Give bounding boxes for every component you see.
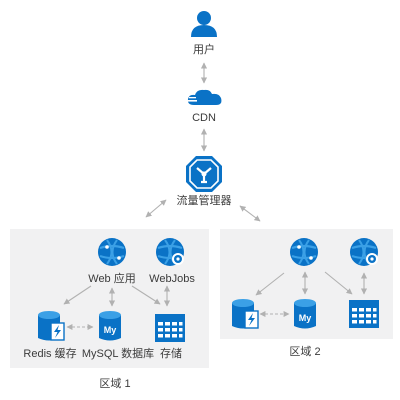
arrow-traffic-region2 bbox=[239, 205, 261, 222]
redis-cache-icon bbox=[38, 311, 65, 341]
user-label: 用户 bbox=[193, 44, 215, 56]
region1-redis-label: Redis 缓存 bbox=[23, 348, 77, 360]
arrow-r2-web-storage bbox=[324, 271, 353, 295]
arrow-r1-web-storage bbox=[131, 285, 161, 305]
storage-table-icon bbox=[155, 314, 185, 342]
traffic-manager-label: 流量管理器 bbox=[176, 195, 232, 207]
mysql-database-icon: My bbox=[99, 311, 121, 341]
svg-text:My: My bbox=[104, 325, 117, 335]
arrow-r1-web-redis bbox=[63, 285, 92, 305]
architecture-diagram: 用户 CDN 流量管理器 Web 应用 WebJobs Redis 缓存 My … bbox=[0, 0, 400, 400]
arrow-r2-web-redis bbox=[255, 272, 285, 296]
mysql-database-icon: My bbox=[294, 299, 316, 329]
arrow-traffic-region1 bbox=[145, 199, 167, 218]
region-1-label: 区域 1 bbox=[99, 378, 131, 390]
region1-mysql-label: MySQL 数据库 bbox=[81, 348, 155, 360]
webjobs-globe-gear-icon bbox=[350, 238, 378, 266]
svg-text:My: My bbox=[299, 313, 312, 323]
cdn-label: CDN bbox=[192, 112, 216, 124]
redis-cache-icon bbox=[232, 299, 259, 329]
region1-webjobs-label: WebJobs bbox=[149, 273, 195, 285]
web-app-globe-icon bbox=[98, 238, 126, 266]
region1-web-app-label: Web 应用 bbox=[88, 273, 136, 285]
user-icon bbox=[191, 11, 217, 37]
region1-storage-label: 存储 bbox=[160, 348, 182, 360]
traffic-manager-icon bbox=[186, 156, 222, 192]
storage-table-icon bbox=[349, 300, 379, 328]
web-app-globe-icon bbox=[290, 238, 318, 266]
webjobs-globe-gear-icon bbox=[156, 238, 184, 266]
region-2-label: 区域 2 bbox=[289, 346, 321, 358]
cloud-icon bbox=[187, 89, 222, 105]
